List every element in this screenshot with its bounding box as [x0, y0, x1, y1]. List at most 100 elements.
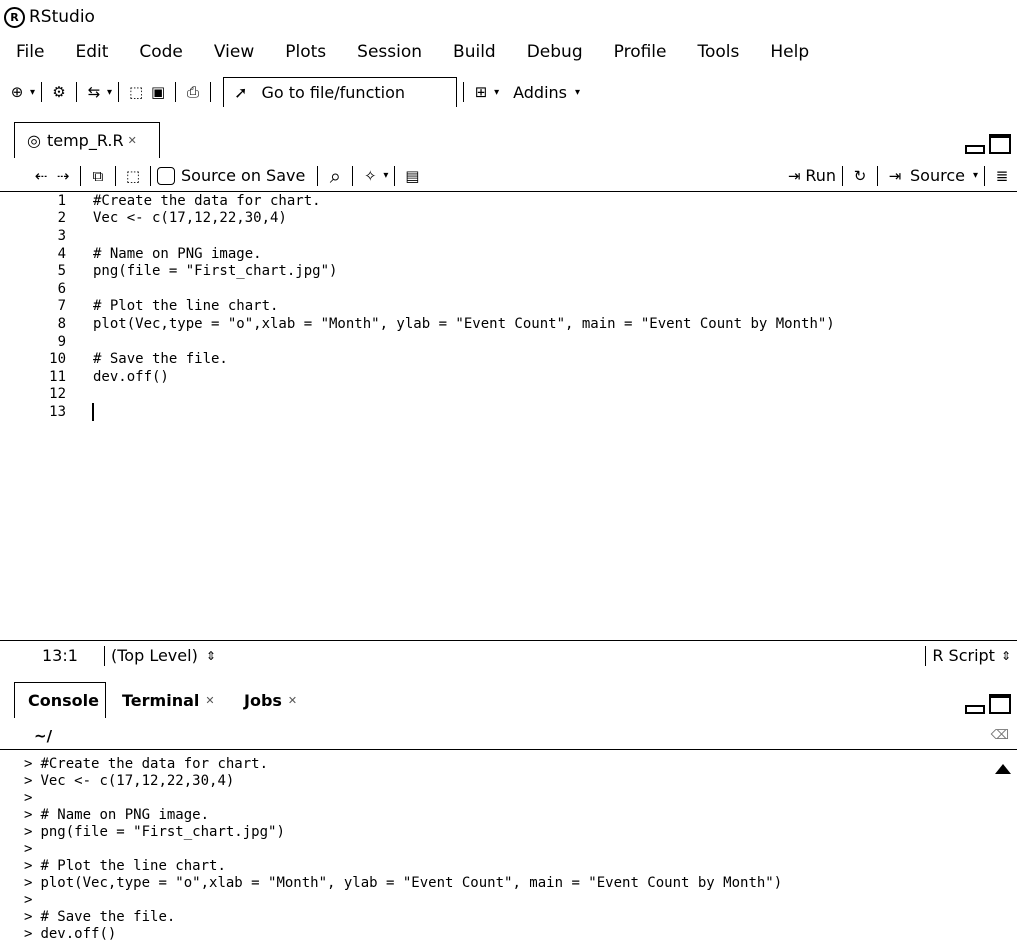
clear-console-icon[interactable]: ⌫: [991, 728, 1009, 743]
console-pane-controls: [965, 694, 1011, 714]
editor-tab-label: temp_R.R: [46, 131, 124, 150]
maximize-pane-icon[interactable]: [989, 694, 1011, 714]
code-editor[interactable]: 1 #Create the data for chart. 2 Vec <- c(1…: [0, 192, 1017, 640]
menu-bar: File Edit Code View Plots Session Build …: [0, 36, 1017, 68]
code-line: 9: [57, 333, 66, 350]
open-file-dropdown-icon[interactable]: ▾: [107, 87, 112, 98]
r-file-icon: ◎: [27, 131, 41, 150]
editor-pane-controls: [965, 134, 1011, 154]
close-icon[interactable]: ✕: [205, 694, 214, 707]
console-output[interactable]: > #Create the data for chart. > Vec <- c(1…: [0, 752, 1017, 946]
tab-jobs[interactable]: Jobs ✕: [244, 682, 297, 718]
console-line: >: [24, 891, 33, 908]
menu-view[interactable]: View: [214, 42, 254, 62]
new-file-icon[interactable]: ⊕: [6, 81, 28, 103]
maximize-pane-icon[interactable]: [989, 134, 1011, 154]
code-line: 5 png(file = "First_chart.jpg"): [57, 263, 338, 280]
open-file-icon[interactable]: ⇆: [83, 81, 105, 103]
main-toolbar: ⊕ ▾ ⚙ ⇆ ▾ ⬚ ▣ ⎙ ➚ Go to file/function ⊞ …: [0, 75, 1017, 109]
scope-selector[interactable]: (Top Level): [111, 646, 198, 665]
menu-debug[interactable]: Debug: [527, 42, 583, 62]
pane-layout-dropdown-icon[interactable]: ▾: [494, 87, 499, 98]
addins-menu[interactable]: Addins: [513, 83, 567, 102]
code-line: 13: [49, 403, 66, 420]
code-tools-wand-icon[interactable]: ✧: [359, 165, 381, 187]
console-line: > #Create the data for chart.: [24, 755, 269, 772]
scroll-up-icon[interactable]: [995, 764, 1011, 774]
addins-dropdown-icon[interactable]: ▾: [575, 87, 580, 98]
pane-layout-icon[interactable]: ⊞: [470, 81, 492, 103]
console-working-dir: ~/ ⌫: [0, 722, 1017, 750]
show-in-window-icon[interactable]: ⧉: [87, 165, 109, 187]
title-bar: R RStudio: [0, 0, 1017, 34]
code-line: 4 # Name on PNG image.: [57, 245, 262, 262]
editor-toolbar: ⇠ ⇢ ⧉ ⬚ Source on Save ⌕ ✧ ▾ ▤ ⇥ Run ↻ ⇥…: [0, 160, 1017, 192]
compile-report-icon[interactable]: ▤: [401, 165, 423, 187]
minimize-pane-icon[interactable]: [965, 145, 985, 154]
minimize-pane-icon[interactable]: [965, 705, 985, 714]
console-line: >: [24, 840, 33, 857]
menu-session[interactable]: Session: [357, 42, 422, 62]
source-on-save-checkbox[interactable]: [157, 166, 175, 185]
source-arrow-icon[interactable]: ⇥: [884, 165, 906, 187]
console-line: > # Save the file.: [24, 908, 176, 925]
code-line: 3: [57, 227, 66, 244]
menu-tools[interactable]: Tools: [697, 42, 739, 62]
working-dir-path[interactable]: ~/: [34, 727, 52, 745]
code-line: 7 # Plot the line chart.: [57, 298, 279, 315]
save-all-icon[interactable]: ▣: [147, 81, 169, 103]
source-dropdown-icon[interactable]: ▾: [973, 170, 978, 181]
code-line: 1 #Create the data for chart.: [57, 192, 321, 209]
menu-code[interactable]: Code: [139, 42, 183, 62]
editor-status-bar: 13:1 (Top Level) ⇕ R Script ⇕: [0, 640, 1017, 670]
source-button[interactable]: Source: [910, 166, 965, 185]
save-icon[interactable]: ⬚: [125, 81, 147, 103]
filetype-selector[interactable]: R Script: [932, 646, 995, 665]
window-title: RStudio: [29, 7, 95, 27]
close-icon[interactable]: ✕: [128, 134, 137, 147]
console-line: > plot(Vec,type = "o",xlab = "Month", yla…: [24, 874, 783, 891]
run-arrow-icon[interactable]: ⇥: [783, 165, 805, 187]
console-line: > dev.off(): [24, 925, 117, 942]
code-line: 10 # Save the file.: [49, 351, 228, 368]
menu-plots[interactable]: Plots: [285, 42, 326, 62]
tab-console[interactable]: Console: [14, 682, 106, 718]
open-project-icon[interactable]: ⚙: [48, 81, 70, 103]
goto-file-function[interactable]: ➚ Go to file/function: [223, 77, 458, 107]
editor-tab[interactable]: ◎ temp_R.R ✕: [14, 122, 160, 158]
editor-tab-bar: ◎ temp_R.R ✕: [0, 118, 1017, 158]
scope-updown-icon[interactable]: ⇕: [206, 649, 216, 663]
console-line: > # Plot the line chart.: [24, 857, 226, 874]
code-tools-dropdown-icon[interactable]: ▾: [383, 170, 388, 181]
code-line: 8 plot(Vec,type = "o",xlab = "Month", yla…: [57, 315, 835, 332]
console-line: > # Name on PNG image.: [24, 806, 210, 823]
rstudio-logo-icon: R: [4, 6, 25, 28]
document-outline-icon[interactable]: ≣: [991, 165, 1013, 187]
menu-file[interactable]: File: [16, 42, 44, 62]
close-icon[interactable]: ✕: [288, 694, 297, 707]
console-tab-bar: Console Terminal ✕ Jobs ✕: [0, 678, 1017, 718]
code-line: 11 dev.off(): [49, 368, 169, 385]
menu-help[interactable]: Help: [770, 42, 809, 62]
menu-build[interactable]: Build: [453, 42, 496, 62]
menu-edit[interactable]: Edit: [75, 42, 108, 62]
code-line: 6: [57, 280, 66, 297]
console-line: > png(file = "First_chart.jpg"): [24, 823, 285, 840]
save-file-icon[interactable]: ⬚: [122, 165, 144, 187]
console-line: > Vec <- c(17,12,22,30,4): [24, 772, 235, 789]
new-file-dropdown-icon[interactable]: ▾: [30, 87, 35, 98]
forward-icon[interactable]: ⇢: [52, 165, 74, 187]
goto-arrow-icon: ➚: [234, 83, 248, 102]
text-cursor: [92, 403, 94, 421]
menu-profile[interactable]: Profile: [614, 42, 667, 62]
code-line: 2 Vec <- c(17,12,22,30,4): [57, 210, 287, 227]
code-line: 12: [49, 386, 66, 403]
tab-terminal[interactable]: Terminal ✕: [122, 682, 215, 718]
back-icon[interactable]: ⇠: [30, 165, 52, 187]
search-icon[interactable]: ⌕: [324, 164, 346, 188]
filetype-updown-icon[interactable]: ⇕: [1001, 649, 1011, 663]
cursor-position: 13:1: [42, 646, 78, 665]
print-icon[interactable]: ⎙: [182, 81, 204, 103]
rerun-icon[interactable]: ↻: [849, 165, 871, 187]
run-button[interactable]: Run: [805, 166, 836, 185]
